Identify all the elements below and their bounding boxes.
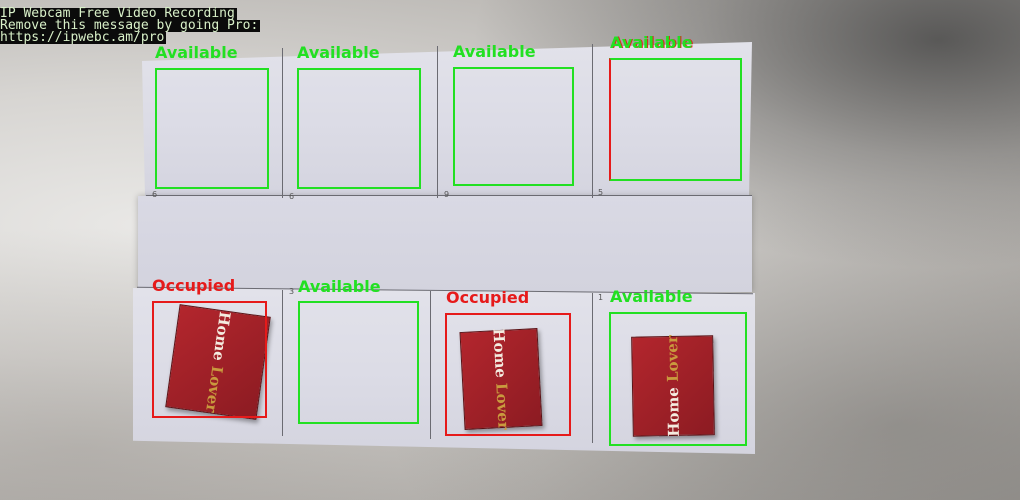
slot-3-status-label: Available [453, 42, 536, 61]
grid-line [282, 48, 283, 198]
cell-number: 5 [598, 188, 604, 197]
watermark-overlay: IP Webcam Free Video Recording Remove th… [0, 7, 300, 45]
grid-line [430, 291, 431, 439]
parking-slot-1[interactable] [155, 68, 269, 189]
cell-number: 6 [289, 192, 295, 201]
watermark-line-3: https://ipwebc.am/pro [0, 30, 167, 45]
slot-1-status-label: Available [155, 43, 238, 62]
parking-slot-8[interactable] [609, 312, 747, 446]
grid-line [592, 293, 593, 443]
parking-slot-2[interactable] [297, 68, 421, 189]
parking-slot-6[interactable] [298, 301, 419, 424]
cell-number: 6 [152, 190, 158, 199]
slot-6-status-label: Available [298, 277, 381, 296]
slot-2-status-label: Available [297, 43, 380, 62]
parking-slot-3[interactable] [453, 67, 574, 186]
cell-number: 9 [444, 190, 450, 199]
slot-4-status-label: Available [610, 33, 693, 52]
parking-slot-4[interactable] [609, 58, 742, 181]
grid-line [282, 290, 283, 436]
slot-7-status-label: Occupied [446, 288, 530, 307]
grid-line [592, 44, 593, 198]
slot-8-status-label: Available [610, 287, 693, 306]
parking-slot-7[interactable] [445, 313, 571, 436]
cell-number: 3 [289, 287, 295, 296]
grid-line [437, 46, 438, 198]
parking-slot-5[interactable] [152, 301, 267, 418]
slot-5-status-label: Occupied [152, 276, 236, 295]
cell-number: 1 [598, 293, 604, 302]
